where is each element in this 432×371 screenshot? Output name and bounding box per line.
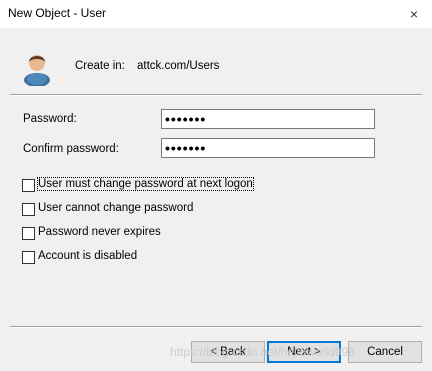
user-avatar-icon [24,55,50,86]
separator-top [10,94,422,96]
checkbox[interactable] [22,227,35,240]
checkbox[interactable] [22,203,35,216]
option-cannot-change-password[interactable]: User cannot change password [22,202,202,218]
option-account-disabled[interactable]: Account is disabled [22,250,152,266]
option-password-never-expires[interactable]: Password never expires [22,226,172,242]
option-must-change-password[interactable]: User must change password at next logon [22,177,254,194]
cancel-button[interactable]: Cancel [348,341,422,363]
create-in-label: Create in: [75,60,125,72]
title-bar: New Object - User × [0,0,432,28]
checkbox[interactable] [22,179,35,192]
password-label: Password: [23,113,77,125]
close-icon[interactable]: × [396,0,432,28]
confirm-password-label: Confirm password: [23,143,119,155]
create-in-value: attck.com/Users [137,60,220,72]
checkbox-label: Password never expires [38,226,161,238]
confirm-password-field[interactable]: ••••••• [161,138,375,158]
window-title: New Object - User [8,6,107,20]
password-field[interactable]: ••••••• [161,109,375,129]
checkbox-label: Account is disabled [38,250,138,262]
checkbox-label: User cannot change password [38,202,194,214]
separator-bottom [10,326,422,328]
watermark: https://blog.csdn.net/helloworld998 [170,345,355,359]
checkbox[interactable] [22,251,35,264]
checkbox-label: User must change password at next logon [37,177,254,191]
